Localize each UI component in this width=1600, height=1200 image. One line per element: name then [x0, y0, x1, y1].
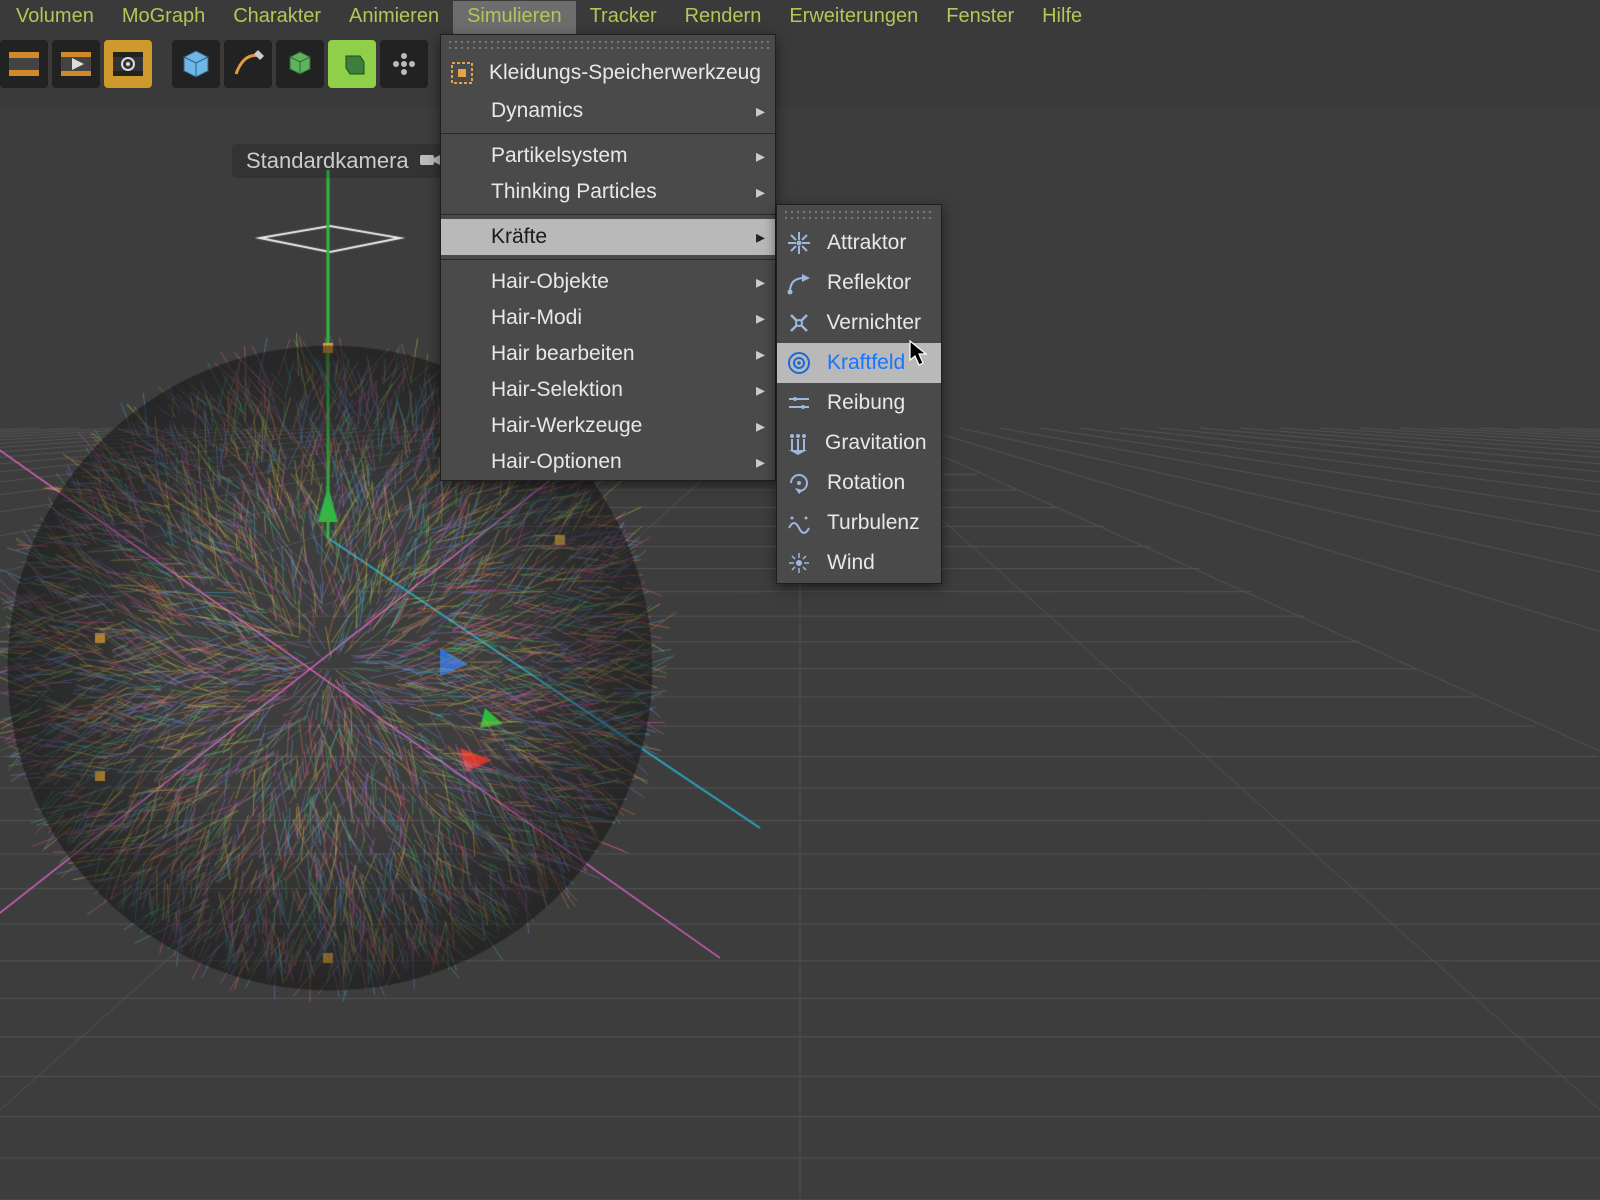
destructor-icon: [785, 309, 812, 337]
submenu-item-turbulence[interactable]: Turbulenz: [777, 503, 941, 543]
attractor-icon: [785, 229, 813, 257]
menu-item-hair-selection[interactable]: Hair-Selektion: [441, 372, 775, 408]
cloth-cache-icon: [449, 59, 475, 87]
menu-item-hair-objects[interactable]: Hair-Objekte: [441, 264, 775, 300]
extrude-button[interactable]: [328, 40, 376, 88]
deflector-icon: [785, 269, 813, 297]
menu-item-label: Kräfte: [491, 225, 755, 249]
submenu-item-label: Attraktor: [827, 231, 921, 255]
menu-item-label: Hair-Optionen: [491, 450, 755, 474]
submenu-item-wind[interactable]: Wind: [777, 543, 941, 583]
menu-charakter[interactable]: Charakter: [219, 1, 335, 34]
menu-item-cloth-cache[interactable]: Kleidungs-Speicherwerkzeug: [441, 53, 775, 93]
menu-item-label: Hair-Modi: [491, 306, 755, 330]
rotation-icon: [785, 469, 813, 497]
cube-primitive-button[interactable]: [172, 40, 220, 88]
submenu-item-label: Rotation: [827, 471, 921, 495]
forces-submenu: Attraktor Reflektor Vernichter Kraftfeld…: [776, 204, 942, 584]
menu-hilfe[interactable]: Hilfe: [1028, 1, 1096, 34]
menu-item-label: Hair-Werkzeuge: [491, 414, 755, 438]
menu-simulieren[interactable]: Simulieren: [453, 1, 575, 34]
turbulence-icon: [785, 509, 813, 537]
menu-item-label: Kleidungs-Speicherwerkzeug: [489, 61, 761, 85]
spline-pen-button[interactable]: [224, 40, 272, 88]
submenu-item-deflector[interactable]: Reflektor: [777, 263, 941, 303]
menu-rendern[interactable]: Rendern: [671, 1, 776, 34]
generator-button[interactable]: [276, 40, 324, 88]
menu-item-forces[interactable]: Kräfte: [441, 219, 775, 255]
menu-item-hair-edit[interactable]: Hair bearbeiten: [441, 336, 775, 372]
menu-drag-strip[interactable]: [783, 209, 935, 219]
menu-tracker[interactable]: Tracker: [576, 1, 671, 34]
menu-item-hair-options[interactable]: Hair-Optionen: [441, 444, 775, 480]
menu-item-label: Hair-Selektion: [491, 378, 755, 402]
camera-label-text: Standardkamera: [246, 148, 409, 174]
camera-icon: [419, 148, 441, 174]
menu-item-thinking-particles[interactable]: Thinking Particles: [441, 174, 775, 210]
menu-erweiterungen[interactable]: Erweiterungen: [775, 1, 932, 34]
gravity-icon: [785, 429, 811, 457]
render-settings-button[interactable]: [104, 40, 152, 88]
submenu-item-destructor[interactable]: Vernichter: [777, 303, 941, 343]
menu-item-label: Dynamics: [491, 99, 755, 123]
menubar: Volumen MoGraph Charakter Animieren Simu…: [0, 0, 1600, 34]
timeline-play-button[interactable]: [52, 40, 100, 88]
menu-mograph[interactable]: MoGraph: [108, 1, 219, 34]
submenu-item-friction[interactable]: Reibung: [777, 383, 941, 423]
menu-item-label: Partikelsystem: [491, 144, 755, 168]
toolbar: [0, 34, 1600, 94]
menu-item-hair-modes[interactable]: Hair-Modi: [441, 300, 775, 336]
camera-label[interactable]: Standardkamera: [232, 144, 455, 178]
menu-item-label: Hair bearbeiten: [491, 342, 755, 366]
array-button[interactable]: [380, 40, 428, 88]
submenu-item-gravity[interactable]: Gravitation: [777, 423, 941, 463]
menu-item-label: Hair-Objekte: [491, 270, 755, 294]
menu-separator: [441, 133, 775, 134]
submenu-item-label: Gravitation: [825, 431, 927, 455]
menu-item-dynamics[interactable]: Dynamics: [441, 93, 775, 129]
menu-item-particles[interactable]: Partikelsystem: [441, 138, 775, 174]
submenu-item-label: Turbulenz: [827, 511, 921, 535]
forcefield-icon: [785, 349, 813, 377]
mouse-cursor: [908, 340, 930, 368]
wind-icon: [785, 549, 813, 577]
submenu-item-rotation[interactable]: Rotation: [777, 463, 941, 503]
menu-item-hair-tools[interactable]: Hair-Werkzeuge: [441, 408, 775, 444]
submenu-item-label: Vernichter: [826, 311, 921, 335]
menu-separator: [441, 214, 775, 215]
simulate-menu: Kleidungs-Speicherwerkzeug Dynamics Part…: [440, 34, 776, 481]
submenu-item-label: Kraftfeld: [827, 351, 921, 375]
submenu-item-label: Reibung: [827, 391, 921, 415]
menu-fenster[interactable]: Fenster: [932, 1, 1028, 34]
menu-item-label: Thinking Particles: [491, 180, 755, 204]
menu-separator: [441, 259, 775, 260]
submenu-item-attractor[interactable]: Attraktor: [777, 223, 941, 263]
menu-volumen[interactable]: Volumen: [2, 1, 108, 34]
submenu-item-label: Reflektor: [827, 271, 921, 295]
submenu-item-label: Wind: [827, 551, 921, 575]
menu-drag-strip[interactable]: [447, 39, 769, 49]
friction-icon: [785, 389, 813, 417]
timeline-record-button[interactable]: [0, 40, 48, 88]
menu-animieren[interactable]: Animieren: [335, 1, 453, 34]
